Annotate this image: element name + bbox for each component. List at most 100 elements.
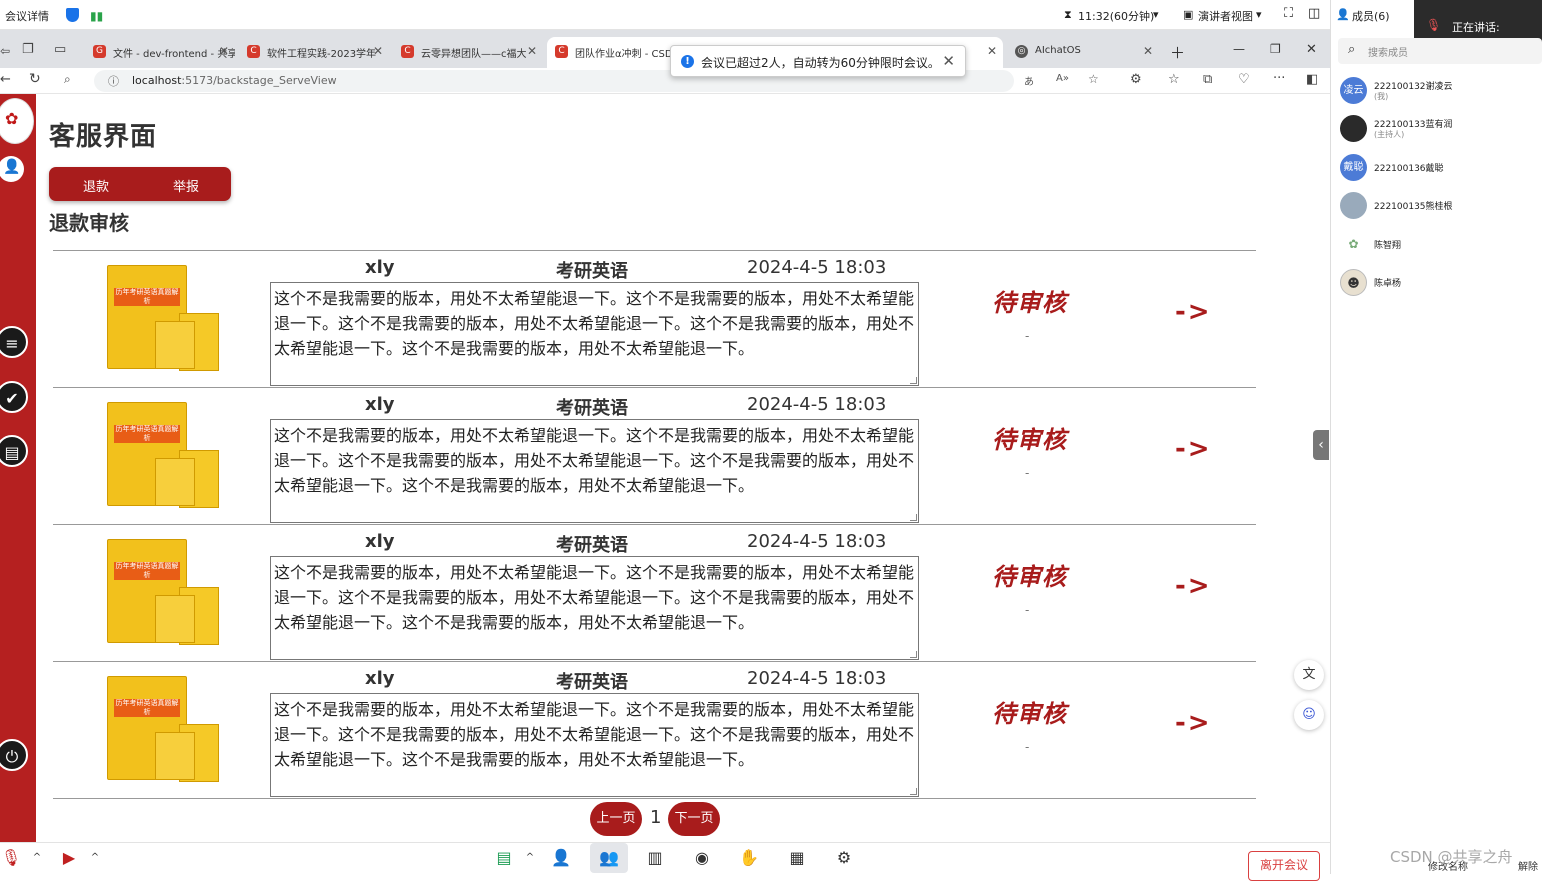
refresh-icon[interactable]: ↻ <box>29 71 41 87</box>
tab-team[interactable]: C 云零异想团队——c福大 ✕ <box>393 37 543 68</box>
status-badge: 待审核 <box>992 426 1067 454</box>
checkmark-icon[interactable]: ✔ <box>0 381 28 413</box>
mic-muted-icon: 🎙 <box>1426 18 1442 32</box>
assistant-icon[interactable]: ☺ <box>1294 700 1324 730</box>
invite-icon[interactable]: 👤 <box>550 847 572 869</box>
page-title: 客服界面 <box>49 122 158 152</box>
orders-icon[interactable]: ≡ <box>0 326 28 358</box>
chevron-down-icon[interactable]: ▾ <box>1256 8 1262 21</box>
search-icon[interactable]: ⌕ <box>64 72 71 87</box>
resize-grip-icon[interactable] <box>910 514 917 521</box>
chevron-up-icon[interactable]: ^ <box>26 847 48 869</box>
tab-group: 退款 举报 <box>49 167 231 201</box>
back-icon[interactable]: ← <box>0 72 11 87</box>
avatar[interactable]: 👤 <box>0 156 24 182</box>
refund-reason-textarea[interactable]: 这个不是我需要的版本，用处不太希望能退一下。这个不是我需要的版本，用处不太希望能… <box>270 419 919 523</box>
favorite-star-icon[interactable]: ☆ <box>1088 72 1099 86</box>
prev-page-button[interactable]: 上一页 <box>590 802 642 836</box>
collapse-panel-button[interactable]: ‹ <box>1313 430 1329 460</box>
main-content: 客服界面 退款 举报 退款审核 历年考研英语真题解析 xly 考研英语 2024… <box>36 94 1330 842</box>
tab-report[interactable]: 举报 <box>173 176 199 195</box>
detail-arrow-button[interactable]: -> <box>1175 571 1212 601</box>
close-icon[interactable]: ✕ <box>219 44 229 58</box>
sidebar-toggle-icon[interactable]: ◧ <box>1306 72 1318 87</box>
settings-gear-icon[interactable]: ⚙ <box>833 847 855 869</box>
mute-icon[interactable]: 🎙 <box>0 847 22 869</box>
logo[interactable]: ✿ <box>0 98 34 144</box>
member-tag: (主持人) <box>1374 130 1405 139</box>
status-badge: 待审核 <box>992 289 1067 317</box>
collections-icon[interactable]: ⧉ <box>1203 72 1212 87</box>
refund-reason-textarea[interactable]: 这个不是我需要的版本，用处不太希望能退一下。这个不是我需要的版本，用处不太希望能… <box>270 693 919 797</box>
member-search-input[interactable]: ⌕ 搜索成员 <box>1338 38 1542 64</box>
workspaces-icon[interactable]: ❐ <box>22 42 34 57</box>
record-icon[interactable]: ◉ <box>691 847 713 869</box>
user-icon: 👤 <box>1336 8 1350 21</box>
tab-aichatos[interactable]: ◎ AIchatOS ✕ <box>1007 37 1159 68</box>
favorites-icon[interactable]: ☆ <box>1168 72 1180 87</box>
close-window-icon[interactable]: ✕ <box>1306 42 1317 57</box>
chevron-down-icon[interactable]: ▾ <box>1153 8 1159 21</box>
status-sub: - <box>1025 740 1030 754</box>
share-screen-icon[interactable]: ▤ <box>493 847 515 869</box>
detail-arrow-button[interactable]: -> <box>1175 708 1212 738</box>
toast-text: 会议已超过2人，自动转为60分钟限时会议。 <box>701 56 940 70</box>
tab-dev-frontend[interactable]: G 文件 - dev-frontend - 共享 ✕ <box>85 37 235 68</box>
message-icon[interactable]: ▤ <box>0 435 28 467</box>
resize-grip-icon[interactable] <box>910 788 917 795</box>
info-icon[interactable]: ⓘ <box>108 73 119 89</box>
members-header: 👤 成员(6) <box>1330 0 1414 30</box>
resize-grip-icon[interactable] <box>910 377 917 384</box>
leave-meeting-button[interactable]: 离开会议 <box>1248 851 1320 881</box>
tab-actions-icon[interactable]: ▭ <box>54 42 66 57</box>
close-icon[interactable]: ✕ <box>527 44 537 58</box>
restore-icon[interactable]: ❐ <box>1270 42 1281 56</box>
translate-icon[interactable]: あ <box>1024 73 1034 88</box>
detail-arrow-button[interactable]: -> <box>1175 297 1212 327</box>
detail-arrow-button[interactable]: -> <box>1175 434 1212 464</box>
meeting-title[interactable]: 会议详情 <box>5 8 49 24</box>
refund-date: 2024-4-5 18:03 <box>747 668 887 689</box>
speaking-indicator: 🎙 正在讲话: <box>1414 0 1542 42</box>
member-item[interactable]: 222100133蓝有润 (主持人) <box>1340 115 1540 145</box>
chevron-up-icon[interactable]: ^ <box>519 847 541 869</box>
chat-icon[interactable]: ▥ <box>644 847 666 869</box>
new-tab-icon[interactable]: ＋ <box>1170 42 1185 63</box>
layout-icon[interactable]: ◫ <box>1308 6 1320 21</box>
translate-icon[interactable]: 文 <box>1294 660 1324 690</box>
power-icon[interactable]: ⏻ <box>0 739 28 771</box>
shield-icon[interactable] <box>66 8 79 22</box>
member-item[interactable]: 戴聪 222100136戴聪 <box>1340 154 1540 184</box>
video-off-icon[interactable]: ▶ <box>58 847 80 869</box>
view-mode-select[interactable]: 演讲者视图 <box>1198 8 1253 24</box>
close-icon[interactable]: ✕ <box>987 44 997 58</box>
status-badge: 待审核 <box>992 563 1067 591</box>
tab-refund[interactable]: 退款 <box>83 176 109 195</box>
close-icon[interactable]: ✕ <box>373 44 383 58</box>
member-item[interactable]: ☻ 陈卓杨 <box>1340 269 1540 299</box>
extensions-icon[interactable]: ⚙ <box>1130 72 1142 87</box>
refund-reason-textarea[interactable]: 这个不是我需要的版本，用处不太希望能退一下。这个不是我需要的版本，用处不太希望能… <box>270 282 919 386</box>
member-item[interactable]: 222100135熊桂根 <box>1340 192 1540 222</box>
resize-grip-icon[interactable] <box>910 651 917 658</box>
apps-icon[interactable]: ▦ <box>786 847 808 869</box>
minimize-icon[interactable]: — <box>1233 42 1245 56</box>
refund-reason-textarea[interactable]: 这个不是我需要的版本，用处不太希望能退一下。这个不是我需要的版本，用处不太希望能… <box>270 556 919 660</box>
close-icon[interactable]: ✕ <box>942 52 955 70</box>
close-icon[interactable]: ✕ <box>1143 44 1153 58</box>
fullscreen-icon[interactable]: ⛶ <box>1284 6 1293 21</box>
next-page-button[interactable]: 下一页 <box>668 802 720 836</box>
members-icon[interactable]: 👥 <box>590 843 628 873</box>
member-item[interactable]: ✿ 陈智翔 <box>1340 231 1540 261</box>
more-icon[interactable]: ··· <box>1273 71 1285 86</box>
member-search-placeholder: 搜索成员 <box>1368 48 1408 59</box>
performance-icon[interactable]: ♡ <box>1238 72 1250 87</box>
logo-icon: ✿ <box>5 109 19 128</box>
read-aloud-icon[interactable]: A» <box>1056 73 1069 84</box>
chevron-up-icon[interactable]: ^ <box>84 847 106 869</box>
sidebar: ✿ 👤 ≡ ✔ ▤ ⏻ <box>0 94 36 842</box>
member-item[interactable]: 凌云 222100132谢凌云 (我) <box>1340 77 1540 107</box>
interact-icon[interactable]: ✋ <box>738 847 760 869</box>
tab-software-engineering[interactable]: C 软件工程实践-2023学年 ✕ <box>239 37 389 68</box>
unmute-button[interactable]: 解除 <box>1518 858 1538 873</box>
